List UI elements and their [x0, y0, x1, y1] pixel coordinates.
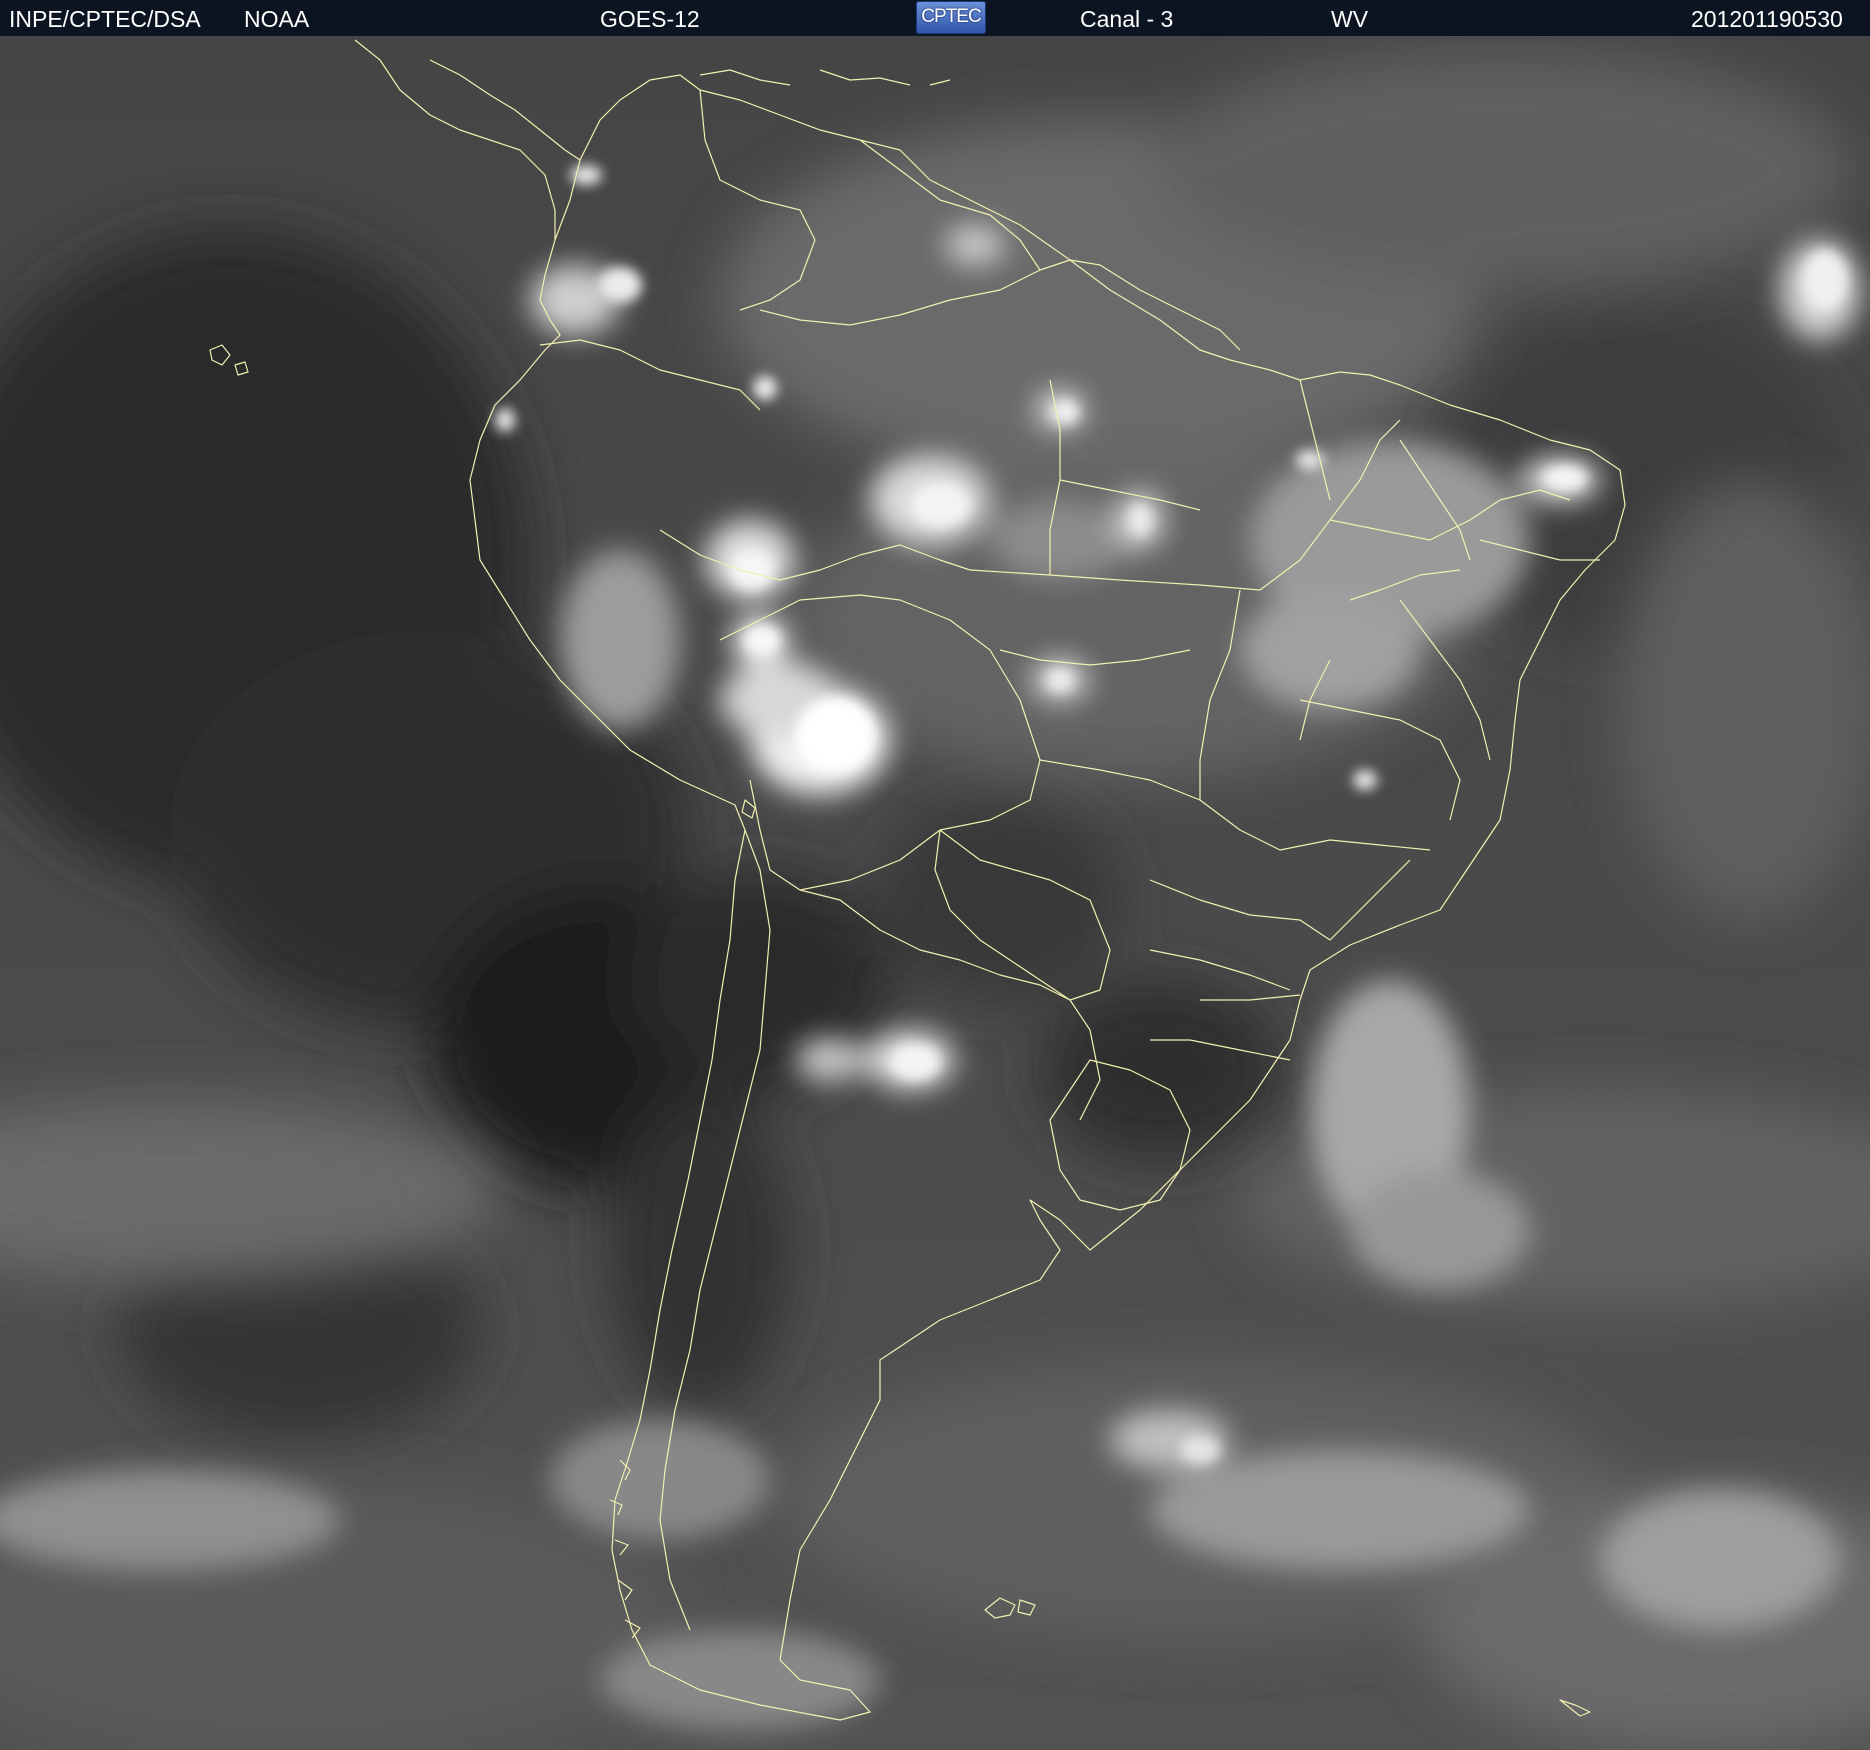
satellite-image-page: INPE/CPTEC/DSA NOAA GOES-12 CPTEC Canal … [0, 0, 1870, 1750]
channel-label: Canal - 3 [1080, 6, 1174, 32]
timestamp-label: 201201190530 [1691, 6, 1843, 32]
provider-label: NOAA [244, 6, 310, 32]
water-vapor-image [0, 36, 1870, 1750]
cptec-logo-text: CPTEC [921, 6, 981, 27]
agency-label: INPE/CPTEC/DSA [9, 6, 201, 32]
cptec-logo: CPTEC [916, 1, 986, 34]
band-label: WV [1331, 6, 1369, 32]
header-bar: INPE/CPTEC/DSA NOAA GOES-12 CPTEC Canal … [0, 0, 1870, 36]
satellite-label: GOES-12 [600, 6, 700, 32]
